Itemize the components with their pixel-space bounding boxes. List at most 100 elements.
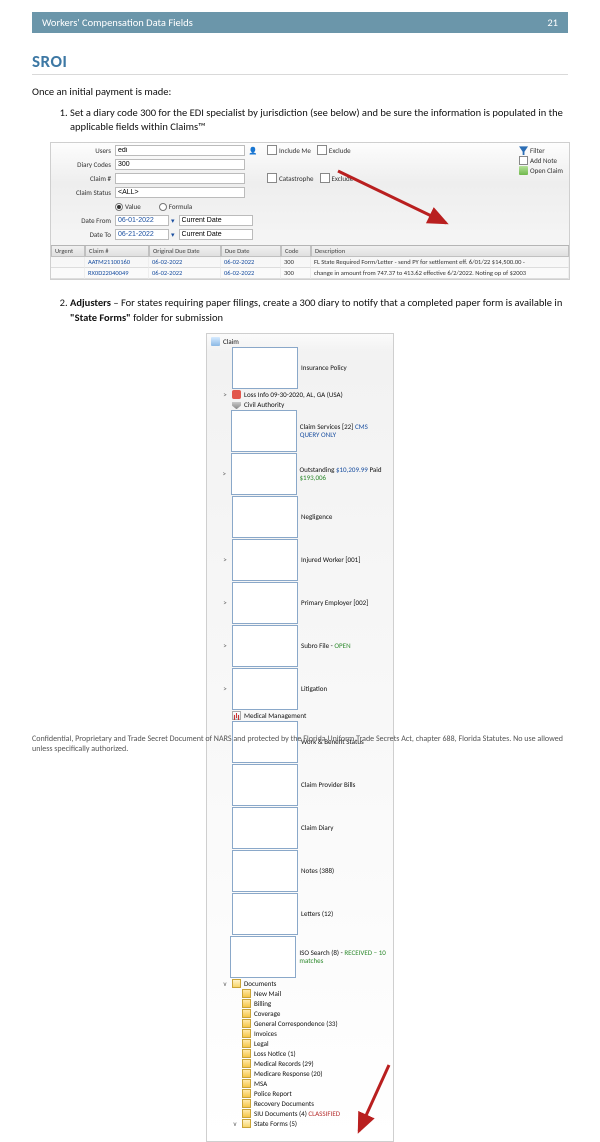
page-footer: Confidential, Proprietary and Trade Secr… <box>32 730 568 754</box>
tree-item[interactable]: Coverage <box>231 1009 389 1019</box>
page-icon <box>232 347 298 389</box>
tree-item[interactable]: SIU Documents (4) CLASSIFIED <box>231 1109 389 1119</box>
claim-input[interactable] <box>115 173 245 184</box>
date-to-input[interactable] <box>115 229 169 240</box>
tree-item[interactable]: >Subro File - OPEN <box>221 625 389 668</box>
formula-radio[interactable]: Formula <box>159 202 192 211</box>
tree-item[interactable]: vDocuments <box>221 979 389 989</box>
tree-item[interactable]: Claim Provider Bills <box>221 764 389 807</box>
tree-item[interactable]: MSA <box>231 1079 389 1089</box>
diary-input[interactable] <box>115 159 245 170</box>
status-input[interactable] <box>115 187 245 198</box>
page-icon <box>232 764 298 806</box>
chevron-down-icon[interactable]: ▾ <box>171 216 175 225</box>
tree-toggle-icon[interactable]: > <box>221 685 229 693</box>
tree-item[interactable]: >Loss Info 09-30-2020, AL, GA (USA) <box>221 390 389 400</box>
folder-icon <box>242 1049 251 1058</box>
date-from-input[interactable] <box>115 215 169 226</box>
add-note-button[interactable]: Add Note <box>519 156 563 165</box>
open-claim-icon <box>519 166 528 175</box>
tree-root[interactable]: Claim <box>211 337 389 347</box>
tree-item[interactable]: >Injured Worker [001] <box>221 539 389 582</box>
col-urgent[interactable]: Urgent <box>51 246 85 257</box>
tree-item[interactable]: Claim Diary <box>221 807 389 850</box>
tree-item[interactable]: ISO Search (8) - RECEIVED – 10 matches <box>221 936 389 979</box>
tree-item[interactable]: >Litigation <box>221 668 389 711</box>
tree-toggle-icon[interactable]: v <box>231 1120 239 1128</box>
user-icon: 👤 <box>245 146 261 155</box>
tree-item[interactable]: vState Forms (5) <box>231 1119 389 1129</box>
tree-item[interactable]: Medicare Response (20) <box>231 1069 389 1079</box>
label-to: Date To <box>51 230 115 239</box>
include-me-checkbox[interactable]: Include Me <box>267 145 311 155</box>
folder-icon <box>242 1019 251 1028</box>
folder-icon <box>242 1079 251 1088</box>
users-input[interactable] <box>115 145 245 156</box>
chevron-down-icon[interactable]: ▾ <box>171 230 175 239</box>
tree-toggle-icon[interactable]: > <box>221 599 229 607</box>
claim-icon <box>211 337 220 346</box>
folder-icon <box>242 1039 251 1048</box>
value-radio[interactable]: Value <box>115 202 141 211</box>
instruction-list-2: Adjusters – For states requiring paper f… <box>70 296 568 324</box>
tree-item[interactable]: Recovery Documents <box>231 1099 389 1109</box>
tree-item[interactable]: Police Report <box>231 1089 389 1099</box>
tree-toggle-icon[interactable]: > <box>221 470 228 478</box>
page-icon <box>232 496 298 538</box>
label-diary: Diary Codes <box>51 160 115 169</box>
page-icon <box>232 625 298 667</box>
tree-item[interactable]: Medical Records (29) <box>231 1059 389 1069</box>
tree-item[interactable]: Notes (388) <box>221 850 389 893</box>
page-icon <box>230 936 296 978</box>
exclude-checkbox-2[interactable]: Exclude <box>320 173 354 183</box>
tree-item[interactable]: Medical Management <box>221 711 389 721</box>
col-due[interactable]: Due Date <box>221 246 281 257</box>
tree-item[interactable]: >Primary Employer [002] <box>221 582 389 625</box>
cap-icon <box>232 400 241 409</box>
tree-toggle-icon[interactable]: > <box>221 642 229 650</box>
label-users: Users <box>51 146 115 155</box>
page-icon <box>231 453 297 495</box>
header-title: Workers' Compensation Data Fields <box>42 16 193 29</box>
tree-toggle-icon[interactable]: v <box>221 980 229 988</box>
badge-icon <box>232 390 241 399</box>
label-claim: Claim # <box>51 174 115 183</box>
folder-icon <box>242 1029 251 1038</box>
tree-item[interactable]: Legal <box>231 1039 389 1049</box>
table-row[interactable]: AATM21100160 06-02-2022 06-02-2022 300 F… <box>51 257 569 268</box>
page-header: Workers' Compensation Data Fields 21 <box>32 12 568 33</box>
col-desc[interactable]: Description <box>311 246 569 257</box>
catastrophe-checkbox[interactable]: Catastrophe <box>267 173 314 183</box>
note-icon <box>519 156 528 165</box>
tree-toggle-icon[interactable]: > <box>221 391 229 399</box>
col-code[interactable]: Code <box>281 246 311 257</box>
date-to-formula[interactable] <box>179 229 253 240</box>
tree-item[interactable]: >Outstanding $10,209.99 Paid $193,006 <box>221 453 389 496</box>
table-row[interactable]: RX0D22040049 06-02-2022 06-02-2022 300 c… <box>51 268 569 279</box>
tree-item[interactable]: Claim Services [22] CMS QUERY ONLY <box>221 410 389 453</box>
tree-item[interactable]: Loss Notice (1) <box>231 1049 389 1059</box>
side-actions: Filter Add Note Open Claim <box>519 146 563 176</box>
col-claimno[interactable]: Claim # <box>85 246 149 257</box>
col-orig[interactable]: Original Due Date <box>149 246 221 257</box>
tree-item[interactable]: Civil Authority <box>221 400 389 410</box>
tree-item[interactable]: General Correspondence (33) <box>231 1019 389 1029</box>
tree-item[interactable]: Letters (12) <box>221 893 389 936</box>
tree-toggle-icon[interactable]: > <box>221 556 229 564</box>
tree-item[interactable]: Negligence <box>221 496 389 539</box>
folder-icon <box>242 1119 251 1128</box>
tree-item[interactable]: Billing <box>231 999 389 1009</box>
open-claim-button[interactable]: Open Claim <box>519 166 563 175</box>
intro-text: Once an initial payment is made: <box>32 85 568 98</box>
folder-icon <box>242 1059 251 1068</box>
date-from-formula[interactable] <box>179 215 253 226</box>
page-icon <box>232 539 298 581</box>
tree-item[interactable]: Insurance Policy <box>221 347 389 390</box>
exclude-checkbox-1[interactable]: Exclude <box>317 145 351 155</box>
folder-icon <box>242 1009 251 1018</box>
med-icon <box>232 711 241 720</box>
tree-item[interactable]: New Mail <box>231 989 389 999</box>
tree-item[interactable]: Invoices <box>231 1029 389 1039</box>
list-item-1: Set a diary code 300 for the EDI special… <box>70 106 568 134</box>
filter-button[interactable]: Filter <box>519 146 563 155</box>
